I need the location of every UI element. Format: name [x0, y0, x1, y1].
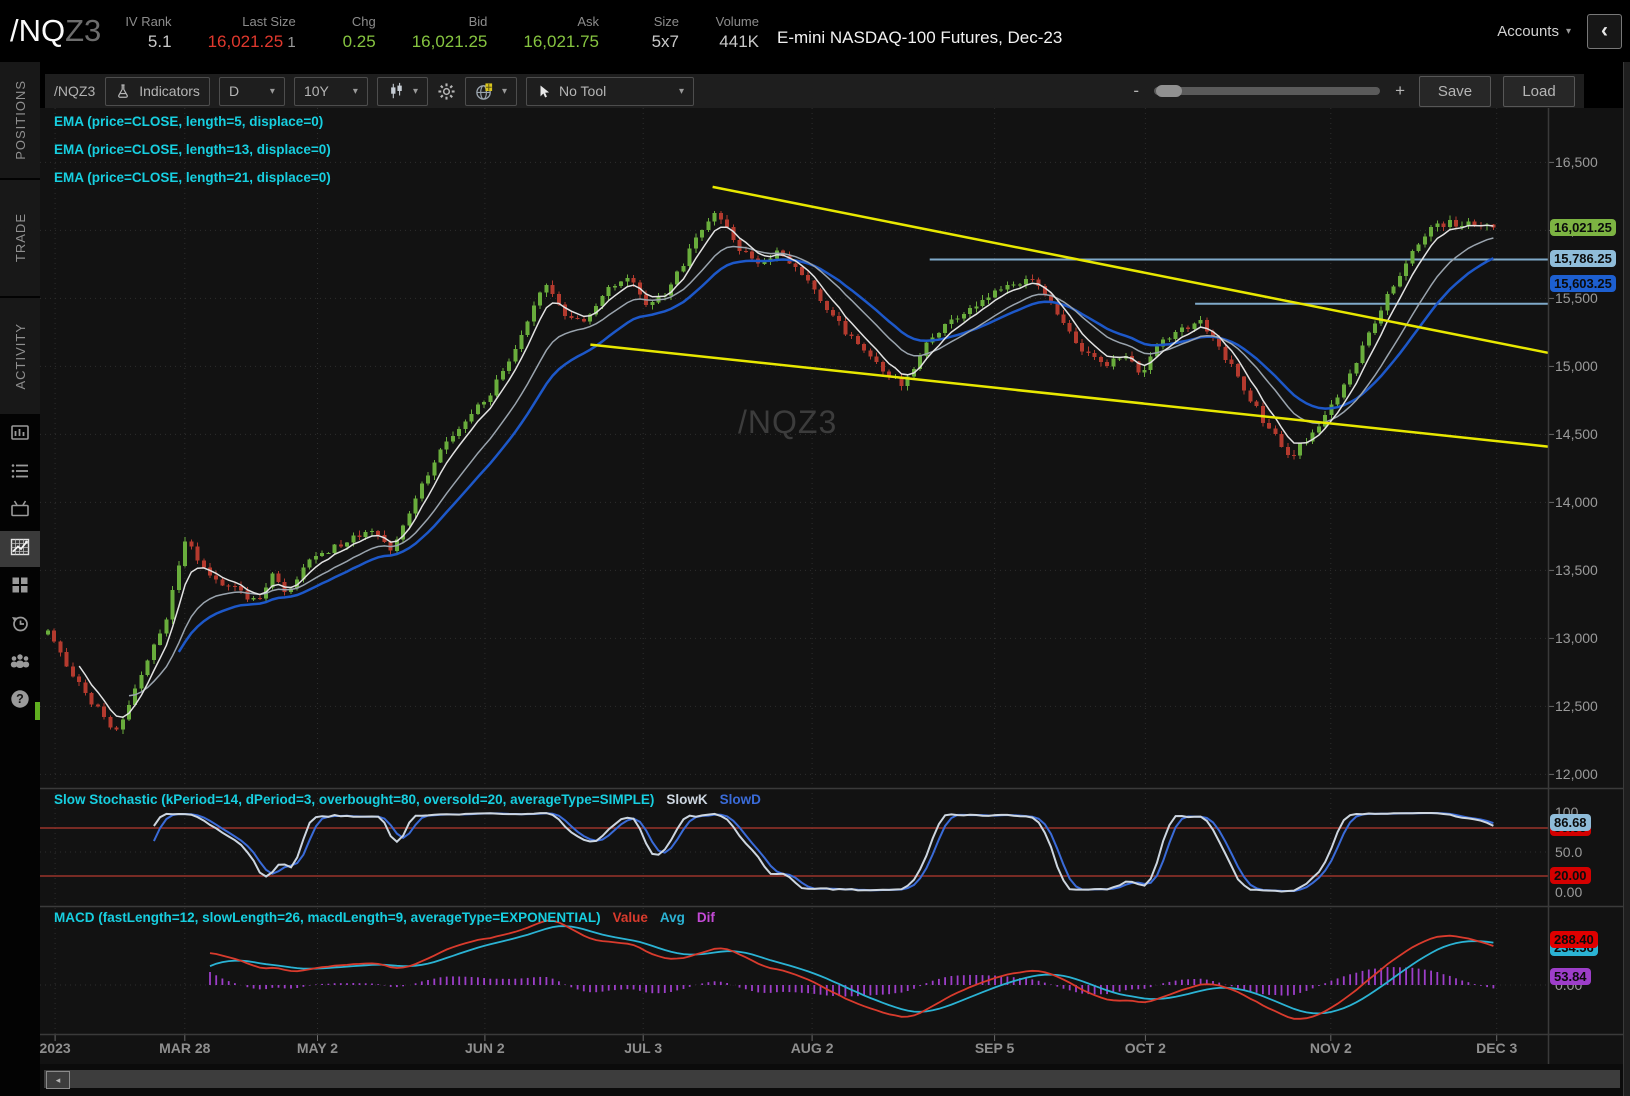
- indicators-button[interactable]: Indicators: [105, 76, 210, 106]
- chevron-down-icon: ▾: [352, 85, 358, 97]
- collapse-panel-button[interactable]: ‹: [1587, 13, 1622, 49]
- timeframe-dropdown[interactable]: D ▾: [218, 76, 285, 106]
- collapsed-right-panel-strip[interactable]: [1623, 62, 1630, 1096]
- quote-stat-chg: Chg 0.25: [342, 13, 376, 51]
- zoom-out-button[interactable]: -: [1131, 81, 1141, 101]
- sidebar-tab-label: TRADE: [12, 213, 28, 263]
- sidebar-tab-activity[interactable]: ACTIVITY: [0, 298, 40, 414]
- chart-icon: [9, 536, 31, 563]
- grid-icon: [9, 574, 31, 601]
- instrument-symbol: /NQZ3: [10, 13, 102, 48]
- chart-main: /NQZ3 Indicators D ▾ 10Y ▾ ▾ ▾ No Tool ▾…: [40, 62, 1630, 1096]
- drawing-tool-dropdown[interactable]: No Tool ▾: [526, 76, 694, 106]
- quote-stat-iv-rank: IV Rank 5.1: [125, 13, 172, 51]
- settings-gear-icon[interactable]: [437, 82, 456, 101]
- indicators-label: Indicators: [139, 83, 200, 99]
- svg-text:?: ?: [16, 692, 24, 706]
- quote-stat-size: Size 5x7: [651, 13, 679, 51]
- globe-grid-icon: [475, 82, 494, 101]
- range-dropdown[interactable]: 10Y ▾: [293, 76, 368, 106]
- chevron-left-icon: ‹: [1601, 19, 1608, 42]
- h-scroll-track[interactable]: [44, 1070, 1620, 1088]
- timeframe-value: D: [228, 83, 240, 99]
- chart-region: /NQZ3 EMA (price=CLOSE, length=5, displa…: [40, 108, 1624, 1096]
- sidebar-tab-label: POSITIONS: [12, 80, 28, 160]
- zoom-in-button[interactable]: +: [1393, 81, 1407, 101]
- accounts-menu[interactable]: Accounts ▾: [1497, 23, 1571, 40]
- last-size-count: 1: [283, 33, 296, 51]
- tv-icon: [9, 498, 31, 525]
- chevron-down-icon: ▾: [678, 85, 684, 97]
- sidebar-tool-quotes[interactable]: [0, 417, 40, 453]
- quote-stats: IV Rank 5.1 Last Size 16,021.25 1 Chg 0.25 Bid…: [125, 9, 759, 54]
- sidebar-tab-trade[interactable]: TRADE: [0, 180, 40, 296]
- candlestick-series: [46, 210, 1496, 734]
- tool-label: No Tool: [559, 83, 607, 99]
- left-sidebar: POSITIONS TRADE ACTIVITY?: [0, 62, 40, 1096]
- accounts-label: Accounts: [1497, 22, 1559, 40]
- sidebar-tool-help[interactable]: ?: [0, 683, 40, 719]
- range-value: 10Y: [303, 83, 329, 99]
- chart-layout-dropdown[interactable]: ▾: [464, 76, 517, 106]
- chevron-down-icon: ▾: [269, 85, 275, 97]
- quote-stat-last-size: Last Size 16,021.25 1: [207, 13, 296, 51]
- chevron-down-icon: ▾: [412, 85, 418, 97]
- toolbar-symbol: /NQZ3: [54, 83, 96, 99]
- save-button[interactable]: Save: [1419, 75, 1491, 107]
- quote-stat-bid: Bid 16,021.25: [411, 13, 488, 51]
- scroll-left-button[interactable]: ◂: [46, 1071, 70, 1089]
- sidebar-tab-label: ACTIVITY: [12, 322, 28, 390]
- chevron-down-icon: ▾: [1565, 25, 1571, 37]
- quote-stat-ask: Ask 16,021.75: [523, 13, 599, 51]
- chart-h-scrollbar[interactable]: ◂: [40, 1064, 1624, 1096]
- cursor-arrow-icon: [536, 84, 551, 99]
- history-icon: [9, 612, 31, 639]
- indicators-flask-icon: [115, 83, 131, 99]
- sidebar-tool-community[interactable]: [0, 645, 40, 681]
- sidebar-tab-positions[interactable]: POSITIONS: [0, 62, 40, 178]
- chart-toolbar: /NQZ3 Indicators D ▾ 10Y ▾ ▾ ▾ No Tool ▾…: [45, 74, 1584, 108]
- chart-type-dropdown[interactable]: ▾: [376, 76, 428, 106]
- quote-header: /NQZ3 IV Rank 5.1 Last Size 16,021.25 1 Chg 0…: [0, 0, 1630, 62]
- scroll-left-icon: ◂: [55, 1074, 61, 1085]
- instrument-description: E-mini NASDAQ-100 Futures, Dec-23: [777, 28, 1063, 47]
- quote-stat-volume: Volume 441K: [715, 13, 759, 51]
- sidebar-tool-grid[interactable]: [0, 569, 40, 605]
- candlestick-chart-icon: [387, 82, 405, 100]
- load-button[interactable]: Load: [1503, 75, 1575, 107]
- sidebar-tool-tv[interactable]: [0, 493, 40, 529]
- sidebar-tool-history[interactable]: [0, 607, 40, 643]
- sidebar-tool-chart[interactable]: [0, 531, 40, 567]
- list-icon: [9, 460, 31, 487]
- chart-canvas[interactable]: [40, 108, 1624, 1064]
- horizontal-level-lines: [929, 258, 1548, 305]
- chevron-down-icon: ▾: [501, 85, 507, 97]
- trendline-channel: [590, 185, 1549, 448]
- zoom-slider-handle[interactable]: [1156, 85, 1183, 97]
- macd-panel: [40, 919, 1548, 1020]
- community-icon: [8, 650, 32, 677]
- stochastic-panel: [40, 811, 1548, 893]
- zoom-slider[interactable]: [1154, 85, 1381, 97]
- sidebar-tool-list[interactable]: [0, 455, 40, 491]
- help-icon: ?: [9, 688, 31, 715]
- quotes-icon: [9, 422, 31, 449]
